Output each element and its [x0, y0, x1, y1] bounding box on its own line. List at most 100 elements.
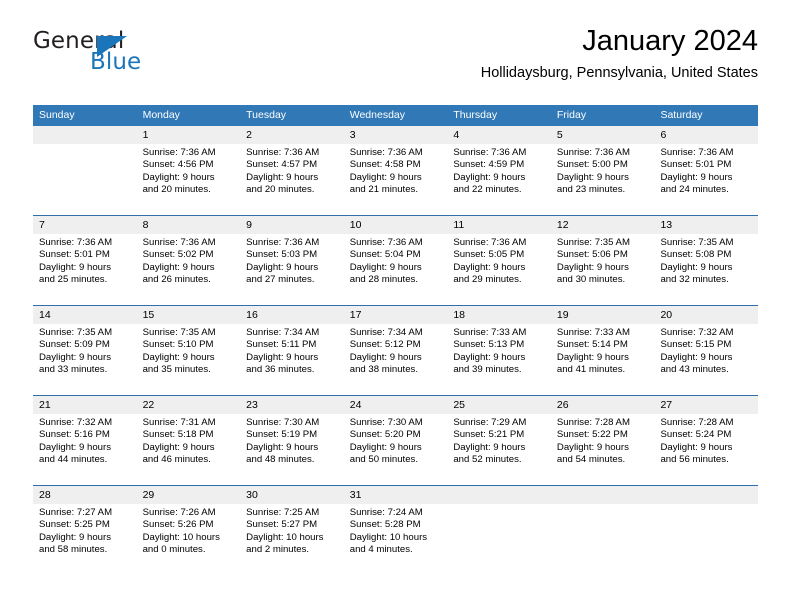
- day-number[interactable]: 18: [447, 306, 551, 324]
- day-number[interactable]: 31: [344, 486, 448, 504]
- calendar-week-row: 21 22 23 24 25 26 27 Sunrise: 7:32 AM Su…: [33, 395, 758, 485]
- day-cell[interactable]: Sunrise: 7:30 AM Sunset: 5:19 PM Dayligh…: [240, 414, 344, 485]
- day-cell[interactable]: Sunrise: 7:31 AM Sunset: 5:18 PM Dayligh…: [137, 414, 241, 485]
- day-number[interactable]: 12: [551, 216, 655, 234]
- day-number[interactable]: 25: [447, 396, 551, 414]
- sunrise-text: Sunrise: 7:36 AM: [453, 237, 527, 248]
- day-number[interactable]: 22: [137, 396, 241, 414]
- day-number[interactable]: 24: [344, 396, 448, 414]
- day-detail-row: Sunrise: 7:36 AM Sunset: 5:01 PM Dayligh…: [33, 234, 758, 305]
- day-cell[interactable]: Sunrise: 7:36 AM Sunset: 5:00 PM Dayligh…: [551, 144, 655, 215]
- sunset-text: Sunset: 5:28 PM: [349, 519, 421, 531]
- day-number[interactable]: 6: [654, 126, 758, 144]
- daylight-text-line1: Daylight: 9 hours: [453, 351, 526, 363]
- day-number[interactable]: 15: [137, 306, 241, 324]
- day-cell[interactable]: Sunrise: 7:35 AM Sunset: 5:08 PM Dayligh…: [654, 234, 758, 305]
- weekday-header-sunday: Sunday: [39, 109, 75, 121]
- day-number[interactable]: 29: [137, 486, 241, 504]
- day-cell[interactable]: [654, 504, 758, 575]
- day-cell[interactable]: Sunrise: 7:29 AM Sunset: 5:21 PM Dayligh…: [447, 414, 551, 485]
- daylight-text-line2: and 52 minutes.: [453, 454, 522, 466]
- daylight-text-line2: and 43 minutes.: [660, 364, 729, 376]
- day-number[interactable]: 10: [344, 216, 448, 234]
- day-cell[interactable]: Sunrise: 7:35 AM Sunset: 5:09 PM Dayligh…: [33, 324, 137, 395]
- day-number[interactable]: [551, 486, 655, 504]
- sunrise-text: Sunrise: 7:26 AM: [142, 507, 216, 518]
- day-number[interactable]: 21: [33, 396, 137, 414]
- daylight-text-line1: Daylight: 9 hours: [556, 171, 629, 183]
- day-number[interactable]: 5: [551, 126, 655, 144]
- day-cell[interactable]: Sunrise: 7:36 AM Sunset: 5:01 PM Dayligh…: [654, 144, 758, 215]
- day-cell[interactable]: [551, 504, 655, 575]
- sunrise-text: Sunrise: 7:36 AM: [142, 147, 216, 158]
- day-number[interactable]: 9: [240, 216, 344, 234]
- day-cell[interactable]: Sunrise: 7:36 AM Sunset: 5:01 PM Dayligh…: [33, 234, 137, 305]
- day-number[interactable]: 23: [240, 396, 344, 414]
- day-number[interactable]: 2: [240, 126, 344, 144]
- calendar-page: General Blue January 2024 Hollidaysburg,…: [0, 0, 792, 612]
- day-number-band: 21 22 23 24 25 26 27: [33, 396, 758, 414]
- daylight-text-line2: and 32 minutes.: [660, 274, 729, 286]
- general-blue-logo: General Blue: [33, 28, 208, 80]
- day-number[interactable]: 3: [344, 126, 448, 144]
- daylight-text-line2: and 24 minutes.: [660, 184, 729, 196]
- daylight-text-line1: Daylight: 9 hours: [39, 351, 111, 363]
- sunset-text: Sunset: 5:21 PM: [453, 429, 525, 441]
- day-cell[interactable]: Sunrise: 7:36 AM Sunset: 4:59 PM Dayligh…: [447, 144, 551, 215]
- day-cell[interactable]: Sunrise: 7:33 AM Sunset: 5:14 PM Dayligh…: [551, 324, 655, 395]
- day-number[interactable]: [654, 486, 758, 504]
- day-number[interactable]: 1: [137, 126, 241, 144]
- day-number[interactable]: 11: [447, 216, 551, 234]
- weekday-header-wednesday: Wednesday: [349, 109, 405, 121]
- day-cell[interactable]: Sunrise: 7:36 AM Sunset: 5:05 PM Dayligh…: [447, 234, 551, 305]
- day-number[interactable]: 16: [240, 306, 344, 324]
- day-number[interactable]: 20: [654, 306, 758, 324]
- day-number[interactable]: 13: [654, 216, 758, 234]
- day-cell[interactable]: Sunrise: 7:35 AM Sunset: 5:10 PM Dayligh…: [137, 324, 241, 395]
- daylight-text-line1: Daylight: 9 hours: [556, 441, 629, 453]
- title-block: January 2024 Hollidaysburg, Pennsylvania…: [481, 24, 758, 82]
- day-number[interactable]: [447, 486, 551, 504]
- daylight-text-line2: and 58 minutes.: [39, 544, 108, 556]
- day-cell[interactable]: [33, 144, 137, 215]
- day-number[interactable]: 28: [33, 486, 137, 504]
- day-number[interactable]: 14: [33, 306, 137, 324]
- day-cell[interactable]: Sunrise: 7:33 AM Sunset: 5:13 PM Dayligh…: [447, 324, 551, 395]
- day-cell[interactable]: Sunrise: 7:32 AM Sunset: 5:15 PM Dayligh…: [654, 324, 758, 395]
- day-number[interactable]: 8: [137, 216, 241, 234]
- day-cell[interactable]: Sunrise: 7:36 AM Sunset: 4:57 PM Dayligh…: [240, 144, 344, 215]
- day-cell[interactable]: Sunrise: 7:27 AM Sunset: 5:25 PM Dayligh…: [33, 504, 137, 575]
- day-number[interactable]: 30: [240, 486, 344, 504]
- day-cell[interactable]: Sunrise: 7:34 AM Sunset: 5:11 PM Dayligh…: [240, 324, 344, 395]
- day-cell[interactable]: Sunrise: 7:25 AM Sunset: 5:27 PM Dayligh…: [240, 504, 344, 575]
- day-number[interactable]: [33, 126, 137, 144]
- day-number[interactable]: 17: [344, 306, 448, 324]
- day-number[interactable]: 26: [551, 396, 655, 414]
- day-cell[interactable]: Sunrise: 7:36 AM Sunset: 5:02 PM Dayligh…: [137, 234, 241, 305]
- day-cell[interactable]: Sunrise: 7:36 AM Sunset: 4:56 PM Dayligh…: [137, 144, 241, 215]
- day-number[interactable]: 7: [33, 216, 137, 234]
- day-cell[interactable]: [447, 504, 551, 575]
- day-cell[interactable]: Sunrise: 7:30 AM Sunset: 5:20 PM Dayligh…: [344, 414, 448, 485]
- day-cell[interactable]: Sunrise: 7:36 AM Sunset: 5:04 PM Dayligh…: [344, 234, 448, 305]
- sunset-text: Sunset: 4:56 PM: [142, 159, 214, 171]
- weekday-header-friday: Friday: [556, 109, 587, 121]
- day-cell[interactable]: Sunrise: 7:36 AM Sunset: 5:03 PM Dayligh…: [240, 234, 344, 305]
- day-number[interactable]: 4: [447, 126, 551, 144]
- daylight-text-line1: Daylight: 9 hours: [660, 351, 733, 363]
- daylight-text-line1: Daylight: 9 hours: [349, 441, 422, 453]
- day-cell[interactable]: Sunrise: 7:32 AM Sunset: 5:16 PM Dayligh…: [33, 414, 137, 485]
- day-cell[interactable]: Sunrise: 7:24 AM Sunset: 5:28 PM Dayligh…: [344, 504, 448, 575]
- day-cell[interactable]: Sunrise: 7:26 AM Sunset: 5:26 PM Dayligh…: [137, 504, 241, 575]
- day-cell[interactable]: Sunrise: 7:34 AM Sunset: 5:12 PM Dayligh…: [344, 324, 448, 395]
- day-number[interactable]: 19: [551, 306, 655, 324]
- day-cell[interactable]: Sunrise: 7:28 AM Sunset: 5:22 PM Dayligh…: [551, 414, 655, 485]
- daylight-text-line2: and 48 minutes.: [246, 454, 315, 466]
- day-cell[interactable]: Sunrise: 7:35 AM Sunset: 5:06 PM Dayligh…: [551, 234, 655, 305]
- day-number[interactable]: 27: [654, 396, 758, 414]
- sunset-text: Sunset: 5:15 PM: [660, 339, 732, 351]
- daylight-text-line1: Daylight: 9 hours: [349, 171, 422, 183]
- day-cell[interactable]: Sunrise: 7:28 AM Sunset: 5:24 PM Dayligh…: [654, 414, 758, 485]
- day-cell[interactable]: Sunrise: 7:36 AM Sunset: 4:58 PM Dayligh…: [344, 144, 448, 215]
- day-detail-row: Sunrise: 7:35 AM Sunset: 5:09 PM Dayligh…: [33, 324, 758, 395]
